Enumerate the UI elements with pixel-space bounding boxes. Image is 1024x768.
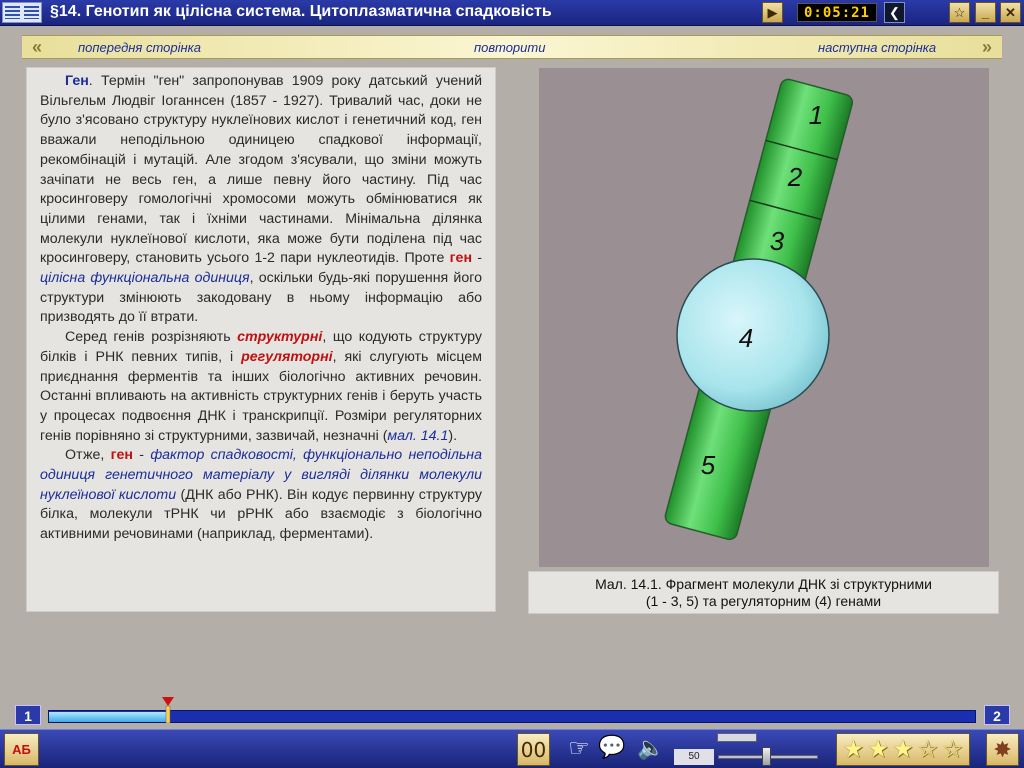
title-bar: §14. Генотип як цілісна система. Цитопла… <box>0 0 1024 26</box>
term-gene: ген <box>449 250 473 267</box>
text-span: - <box>472 250 482 267</box>
minimize-icon: _ <box>981 5 990 20</box>
fan-button[interactable]: ✸ <box>986 733 1019 766</box>
paragraph: Отже, ген - фактор спадковості, функціон… <box>40 446 482 545</box>
play-button[interactable]: ▶ <box>762 2 783 23</box>
spell-button[interactable]: АБ <box>4 733 39 766</box>
counter-value: 00 <box>520 737 547 762</box>
segment-label: 5 <box>701 450 716 480</box>
text-span: - <box>133 447 151 464</box>
dna-illustration: 1 2 3 4 5 <box>664 78 854 541</box>
prev-page-link[interactable]: попередня сторінка <box>78 40 201 55</box>
star-icon[interactable]: ★ <box>892 735 914 765</box>
segment-label: 3 <box>770 226 785 256</box>
text-span: Отже, <box>65 447 111 464</box>
definition: цілісна функціональна одиниця <box>40 270 250 287</box>
paragraph: Ген. Термін "ген" запропонував 1909 року… <box>40 72 482 328</box>
back-icon: ❮ <box>889 4 900 20</box>
timer: 0:05:21 <box>797 3 877 22</box>
caption-line: (1 - 3, 5) та регуляторним (4) генами <box>645 593 882 609</box>
speaker-icon[interactable]: 🔈 <box>636 735 666 763</box>
term-gene: Ген <box>65 73 89 89</box>
rating-stars[interactable]: ★ ★ ★ ☆ ☆ <box>836 733 970 766</box>
figure-reference-link[interactable]: мал. 14.1 <box>387 428 448 444</box>
star-icon[interactable]: ☆ <box>917 735 939 765</box>
bottom-toolbar: АБ 00 ☞ 💬 🔈 50 ★ ★ ★ ☆ ☆ ✸ <box>0 729 1024 768</box>
bookmark-button[interactable]: ☆ <box>949 2 970 23</box>
lesson-text: Ген. Термін "ген" запропонував 1909 року… <box>26 67 496 612</box>
term-gene: ген <box>110 447 133 464</box>
window-title: §14. Генотип як цілісна система. Цитопла… <box>50 3 552 20</box>
star-icon[interactable]: ☆ <box>942 735 964 765</box>
term-regulatory: регуляторні <box>241 348 333 365</box>
progress-marker-icon[interactable] <box>162 697 174 723</box>
end-page-number[interactable]: 2 <box>984 705 1010 725</box>
fan-icon: ✸ <box>993 736 1012 762</box>
next-page-link[interactable]: наступна сторінка <box>818 40 936 55</box>
volume-label-box <box>717 733 757 742</box>
volume-control[interactable]: 50 <box>672 733 827 766</box>
figure-dna: 1 2 3 4 5 <box>539 68 989 567</box>
caption-line: Мал. 14.1. Фрагмент молекули ДНК зі стру… <box>595 576 932 592</box>
chevron-left-icon[interactable]: « <box>22 36 52 60</box>
minimize-button[interactable]: _ <box>975 2 996 23</box>
close-icon: ✕ <box>1005 4 1016 20</box>
segment-label: 4 <box>739 323 753 353</box>
chevron-right-icon[interactable]: » <box>972 36 1002 60</box>
hand-icon[interactable]: ☞ <box>565 734 593 764</box>
segment-label: 1 <box>809 100 823 130</box>
speech-icon[interactable]: 💬 <box>598 734 626 764</box>
term-structural: структурні <box>237 329 323 346</box>
paragraph: Серед генів розрізняють структурні, що к… <box>40 328 482 446</box>
figure-caption: Мал. 14.1. Фрагмент молекули ДНК зі стру… <box>528 571 999 614</box>
text-span: ). <box>448 427 458 444</box>
counter-button[interactable]: 00 <box>517 733 550 766</box>
segment-label: 2 <box>787 162 803 192</box>
star-icon[interactable]: ★ <box>867 735 889 765</box>
spell-icon: АБ <box>12 742 31 757</box>
progress-fill <box>49 712 169 722</box>
star-icon: ☆ <box>953 4 966 20</box>
volume-value: 50 <box>674 749 714 765</box>
text-span: Серед генів розрізняють <box>65 329 238 346</box>
progress-bar[interactable] <box>48 710 976 723</box>
menu-icon[interactable] <box>2 2 42 23</box>
close-button[interactable]: ✕ <box>1000 2 1021 23</box>
start-page-number[interactable]: 1 <box>15 705 41 725</box>
play-icon: ▶ <box>767 4 778 20</box>
volume-thumb[interactable] <box>762 747 771 766</box>
star-icon[interactable]: ★ <box>843 735 865 765</box>
page-navigation: « попередня сторінка повторити наступна … <box>22 35 1002 59</box>
back-button[interactable]: ❮ <box>884 2 905 23</box>
repeat-link[interactable]: повторити <box>474 40 545 55</box>
text-span: . Термін "ген" запропонував 1909 року да… <box>40 73 482 267</box>
